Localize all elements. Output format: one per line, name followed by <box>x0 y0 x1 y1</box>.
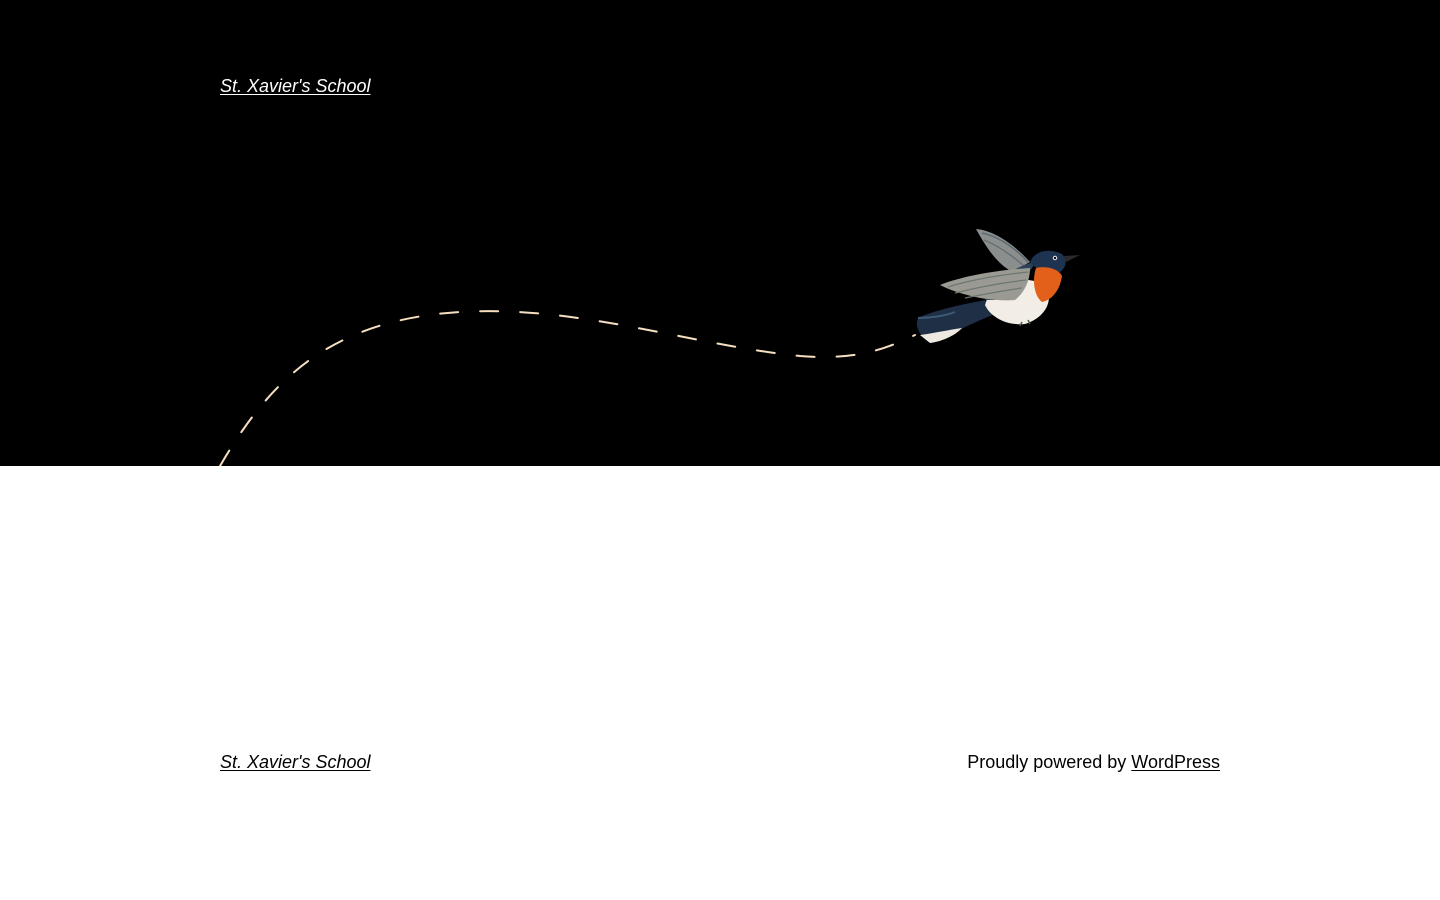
site-footer: St. Xavier's School Proudly powered by W… <box>0 466 1440 900</box>
credit-prefix: Proudly powered by <box>967 752 1127 772</box>
hero-illustration <box>219 229 1080 466</box>
wordpress-link[interactable]: WordPress <box>1131 752 1220 772</box>
bird-icon <box>916 229 1080 343</box>
footer-site-title-link[interactable]: St. Xavier's School <box>220 751 371 773</box>
flight-path <box>219 310 916 466</box>
hero-banner: St. Xavier's School <box>0 0 1440 466</box>
footer-credit: Proudly powered by WordPress <box>967 751 1220 773</box>
